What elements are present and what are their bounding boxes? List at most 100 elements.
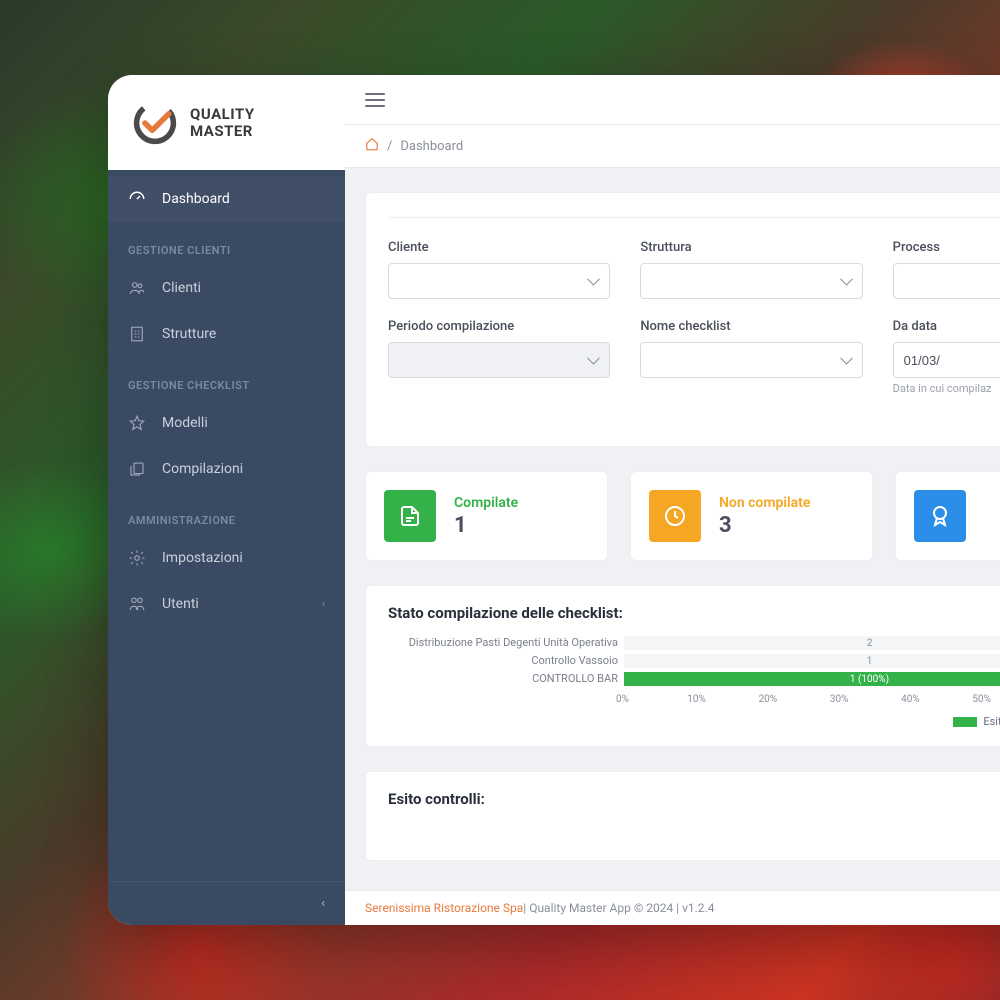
building-icon	[128, 325, 146, 343]
stat-noncompilate-label: Non compilate	[719, 495, 810, 511]
esito-card: Esito controlli:	[365, 771, 1000, 861]
filter-cliente-label: Cliente	[388, 240, 610, 255]
gear-icon	[128, 549, 146, 567]
filter-dadata-hint: Data in cui compilaz	[893, 382, 1000, 396]
chart-tick: 30%	[830, 694, 901, 705]
filter-periodo-label: Periodo compilazione	[388, 319, 610, 334]
chart-tick: 10%	[687, 694, 758, 705]
nav-label: Clienti	[162, 280, 201, 296]
breadcrumb: / Dashboard	[345, 125, 1000, 168]
award-icon	[914, 490, 966, 542]
sidebar: QUALITY MASTER Dashboard GESTIONE CLIENT…	[108, 75, 345, 925]
nav-section-admin: AMMINISTRAZIONE	[108, 492, 345, 535]
chart-bar: 1 (100%)	[624, 672, 1000, 686]
chart-card: Stato compilazione delle checklist: Dist…	[365, 585, 1000, 747]
filter-dadata-input[interactable]	[893, 342, 1000, 378]
legend-label: Esito positivo	[983, 715, 1000, 728]
footer: Serenissima Ristorazione Spa | Quality M…	[345, 890, 1000, 925]
chart-bar-label: 1 (100%)	[850, 674, 889, 685]
filter-dadata-label: Da data	[893, 319, 1000, 334]
star-icon	[128, 414, 146, 432]
copy-icon	[128, 460, 146, 478]
chevron-left-icon: ‹	[321, 896, 325, 911]
nav-section-checklist: GESTIONE CHECKLIST	[108, 357, 345, 400]
chart-row: Controllo Vassoio 1	[388, 652, 1000, 670]
chart-tick: 40%	[901, 694, 972, 705]
nav-label: Modelli	[162, 415, 208, 431]
stat-compilate-value: 1	[454, 513, 518, 538]
nav-compilazioni[interactable]: Compilazioni	[108, 446, 345, 492]
esito-title: Esito controlli:	[388, 790, 1000, 808]
main: / Dashboard Cliente Struttura Process	[345, 75, 1000, 925]
chart-tick: 0%	[616, 694, 687, 705]
footer-text: | Quality Master App © 2024 | v1.2.4	[523, 901, 714, 915]
filter-cliente-select[interactable]	[388, 263, 610, 299]
filter-processo-select[interactable]	[893, 263, 1000, 299]
divider	[388, 217, 1000, 218]
breadcrumb-current: Dashboard	[400, 139, 463, 154]
document-check-icon	[384, 490, 436, 542]
nav-label: Strutture	[162, 326, 216, 342]
content: Cliente Struttura Process Periodo compil…	[345, 168, 1000, 890]
filter-processo-label: Process	[893, 240, 1000, 255]
stat-third	[895, 471, 1000, 561]
clock-icon	[649, 490, 701, 542]
gauge-icon	[128, 190, 146, 208]
logo-mark-icon	[132, 100, 178, 146]
logo-text: QUALITY MASTER	[190, 106, 255, 139]
filter-struttura-label: Struttura	[640, 240, 862, 255]
chart-legend: Esito positivo Es	[388, 715, 1000, 728]
hamburger-icon[interactable]	[365, 93, 385, 107]
app-window: QUALITY MASTER Dashboard GESTIONE CLIENT…	[108, 75, 1000, 925]
chart-total: 2	[867, 638, 873, 649]
stat-compilate-label: Compilate	[454, 495, 518, 511]
nav-label: Impostazioni	[162, 550, 243, 566]
chart-track: 1	[624, 654, 1000, 668]
nav: Dashboard GESTIONE CLIENTI Clienti Strut…	[108, 170, 345, 881]
chart-row: Distribuzione Pasti Degenti Unità Operat…	[388, 634, 1000, 652]
nav-label: Dashboard	[162, 191, 230, 207]
nav-section-clienti: GESTIONE CLIENTI	[108, 222, 345, 265]
chart-category: Distribuzione Pasti Degenti Unità Operat…	[388, 637, 618, 649]
nav-label: Utenti	[162, 596, 199, 612]
stat-compilate: Compilate 1	[365, 471, 608, 561]
chevron-left-icon: ‹	[322, 599, 325, 610]
nav-modelli[interactable]: Modelli	[108, 400, 345, 446]
nav-utenti[interactable]: Utenti ‹	[108, 581, 345, 627]
sidebar-collapse[interactable]: ‹	[108, 881, 345, 925]
stats-row: Compilate 1 Non compilate 3	[365, 471, 1000, 561]
topbar	[345, 75, 1000, 125]
users-icon	[128, 279, 146, 297]
footer-brand[interactable]: Serenissima Ristorazione Spa	[365, 901, 523, 915]
filter-struttura-select[interactable]	[640, 263, 862, 299]
filter-card: Cliente Struttura Process Periodo compil…	[365, 192, 1000, 447]
nav-impostazioni[interactable]: Impostazioni	[108, 535, 345, 581]
stat-noncompilate-value: 3	[719, 513, 810, 538]
stat-noncompilate: Non compilate 3	[630, 471, 873, 561]
chart-track: 1 (100%)	[624, 672, 1000, 686]
chart-category: Controllo Vassoio	[388, 655, 618, 667]
breadcrumb-sep: /	[387, 139, 392, 154]
legend-swatch-green	[953, 717, 977, 727]
chart-axis: 0% 10% 20% 30% 40% 50% 60%	[624, 694, 1000, 705]
filter-periodo-select[interactable]	[388, 342, 610, 378]
nav-label: Compilazioni	[162, 461, 243, 477]
chart-tick: 20%	[759, 694, 830, 705]
chart-track: 2	[624, 636, 1000, 650]
chart-title: Stato compilazione delle checklist:	[388, 604, 1000, 622]
legend-positive: Esito positivo	[953, 715, 1000, 728]
chart-total: 1	[867, 656, 873, 667]
people-icon	[128, 595, 146, 613]
chart-category: CONTROLLO BAR	[388, 673, 618, 685]
nav-strutture[interactable]: Strutture	[108, 311, 345, 357]
home-icon[interactable]	[365, 137, 379, 155]
nav-dashboard[interactable]: Dashboard	[108, 176, 345, 222]
logo: QUALITY MASTER	[108, 75, 345, 170]
chart-row: CONTROLLO BAR 1 (100%)	[388, 670, 1000, 688]
logo-line1: QUALITY	[190, 106, 255, 123]
filter-nomechecklist-label: Nome checklist	[640, 319, 862, 334]
logo-line2: MASTER	[190, 123, 255, 140]
nav-clienti[interactable]: Clienti	[108, 265, 345, 311]
chart-area: Distribuzione Pasti Degenti Unità Operat…	[388, 634, 1000, 728]
filter-nomechecklist-select[interactable]	[640, 342, 862, 378]
